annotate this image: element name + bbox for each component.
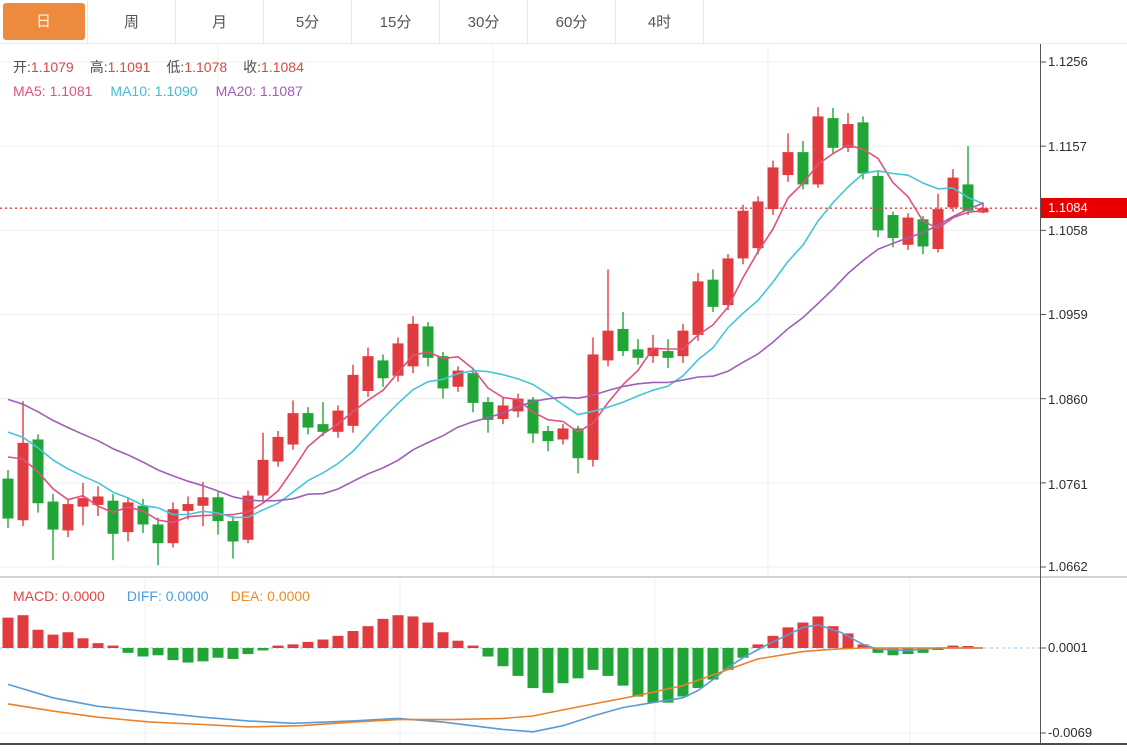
tab-15min[interactable]: 15分 — [352, 0, 440, 43]
timeframe-tabbar: 日 周 月 5分 15分 30分 60分 4时 — [0, 0, 1127, 44]
tab-month[interactable]: 月 — [176, 0, 264, 43]
price-tick-label: 1.0959 — [1048, 306, 1126, 324]
ma10-legend: MA10: 1.1090 — [110, 83, 197, 99]
main-chart-area[interactable]: 开:1.1079高:1.1091低:1.1078收:1.1084 MA5: 1.… — [0, 44, 1127, 578]
dea-value-legend: DEA: 0.0000 — [231, 588, 310, 604]
candlestick-canvas — [0, 44, 1127, 578]
close-label: 收: — [243, 57, 261, 77]
macd-legend: MACD: 0.0000 DIFF: 0.0000 DEA: 0.0000 — [13, 588, 310, 604]
low-value: 1.1078 — [184, 59, 227, 75]
tab-day-label: 日 — [3, 3, 85, 40]
tab-30min[interactable]: 30分 — [440, 0, 528, 43]
open-label: 开: — [13, 57, 31, 77]
open-value: 1.1079 — [31, 59, 74, 75]
close-value: 1.1084 — [261, 59, 304, 75]
ma-legend: MA5: 1.1081 MA10: 1.1090 MA20: 1.1087 — [13, 83, 303, 99]
tab-4hour[interactable]: 4时 — [616, 0, 704, 43]
price-tick-label: 1.0761 — [1048, 476, 1126, 494]
low-label: 低: — [166, 57, 184, 77]
high-label: 高: — [90, 57, 108, 77]
price-tick-label: 1.0860 — [1048, 391, 1126, 409]
price-tick-label: 1.1157 — [1048, 138, 1126, 156]
macd-tick-label: 0.0001 — [1048, 639, 1126, 657]
macd-value-legend: MACD: 0.0000 — [13, 588, 105, 604]
tab-60min[interactable]: 60分 — [528, 0, 616, 43]
high-value: 1.1091 — [108, 59, 151, 75]
ma5-legend: MA5: 1.1081 — [13, 83, 92, 99]
ohlc-legend: 开:1.1079 高:1.1091 低:1.1078 收:1.1084 — [13, 57, 320, 77]
macd-tick-label: -0.0069 — [1048, 724, 1126, 742]
tab-day[interactable]: 日 — [0, 0, 88, 43]
ma20-legend: MA20: 1.1087 — [216, 83, 303, 99]
price-tick-label: 1.1256 — [1048, 53, 1126, 71]
trading-chart-app: 日 周 月 5分 15分 30分 60分 4时 开:1.1079 高:1.1091… — [0, 0, 1127, 751]
price-tick-label: 1.0662 — [1048, 558, 1126, 576]
macd-chart-area[interactable]: MACD: 0.0000 DIFF: 0.0000 DEA: 0.0000 0.00… — [0, 578, 1127, 751]
tab-week[interactable]: 周 — [88, 0, 176, 43]
diff-value-legend: DIFF: 0.0000 — [127, 588, 209, 604]
current-price-badge: 1.1084 — [1041, 198, 1127, 218]
tab-5min[interactable]: 5分 — [264, 0, 352, 43]
price-tick-label: 1.1058 — [1048, 222, 1126, 240]
